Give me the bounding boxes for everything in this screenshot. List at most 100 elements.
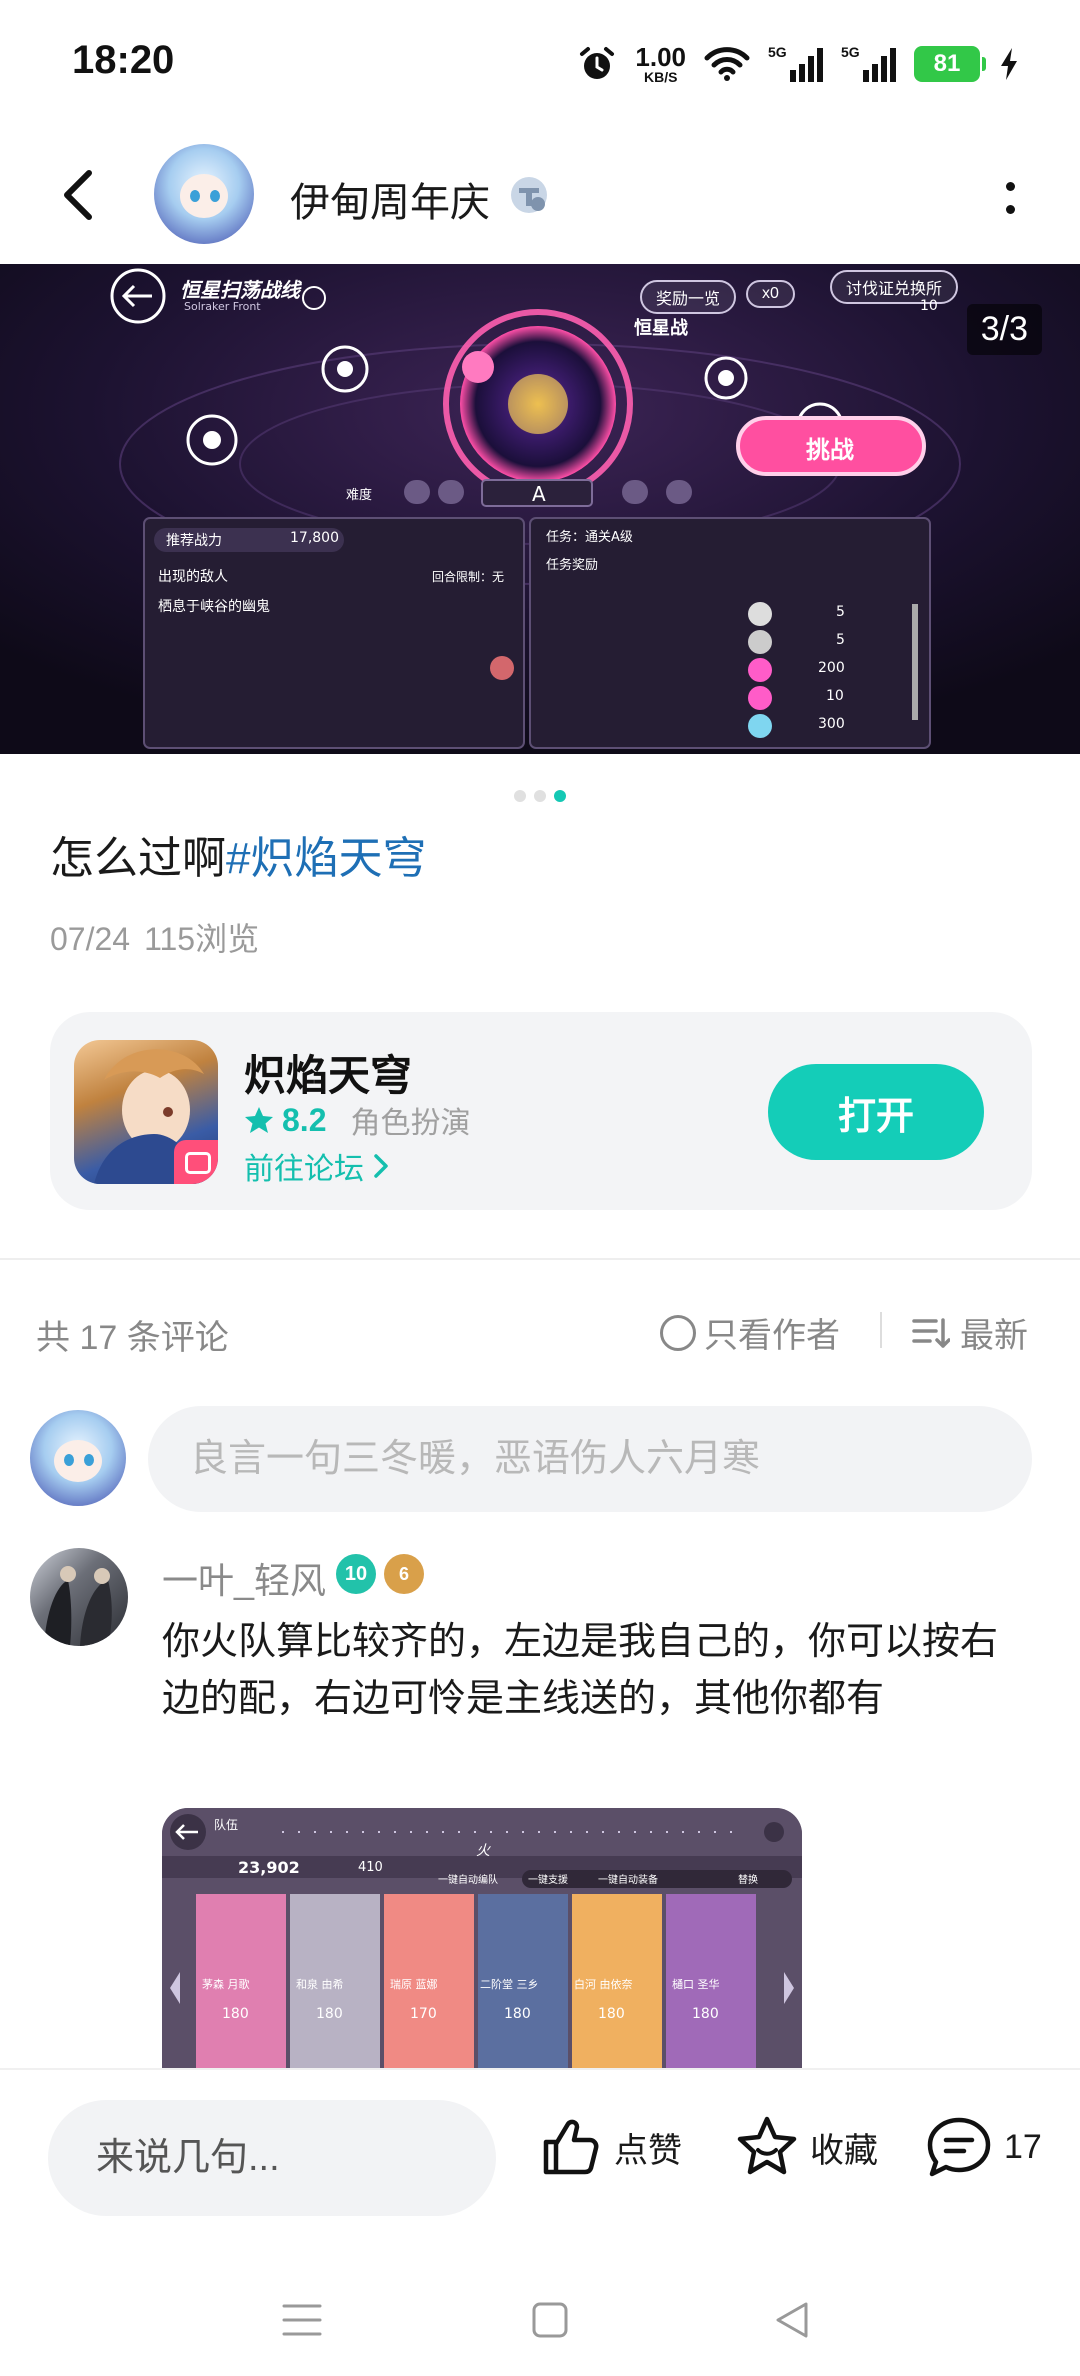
alarm-icon [580, 47, 615, 79]
character-level: 180 [504, 2006, 531, 2022]
reward-amount: 200 [818, 660, 845, 676]
character-level: 180 [598, 2006, 625, 2022]
exchange-button: 讨伐证兑换所 [830, 270, 959, 304]
status-time: 18:20 [72, 38, 175, 82]
sort-label: 最新 [960, 1317, 1028, 1355]
post-body: 怎么过啊#炽焰天穹 [50, 822, 426, 886]
post-date: 07/24 [50, 921, 131, 957]
challenge-button: 挑战 [806, 436, 854, 464]
thumbs-up-icon [543, 2119, 599, 2175]
bottom-action-bar: 点赞 收藏 17 [0, 2068, 1080, 2254]
favorite-label: 收藏 [810, 2131, 878, 2170]
comment-count: 共 17 条评论 [36, 1319, 229, 1357]
reward-amount: 5 [836, 632, 845, 648]
image-button: 一键自动装备 [598, 1875, 658, 1886]
author-avatar[interactable] [154, 144, 254, 244]
carousel-dot [534, 790, 546, 802]
nav-home-button[interactable] [520, 2290, 580, 2350]
character-name: 二阶堂 三乡 [480, 1978, 539, 1991]
reward-amount: 300 [818, 716, 845, 732]
comment-bubble-icon [927, 2117, 991, 2177]
wifi-icon [704, 47, 750, 81]
star-icon [245, 1107, 273, 1133]
total-power: 23,902 [238, 1858, 300, 1877]
net-speed: 1.00 KB/S [635, 42, 686, 85]
nav-menu-button[interactable] [272, 2290, 332, 2350]
character-level: 180 [222, 2006, 249, 2022]
character-name: 樋口 圣华 [672, 1978, 720, 1991]
item-count: x0 [746, 280, 795, 308]
charging-icon [1001, 48, 1017, 80]
author-name[interactable]: 伊甸周年庆 [290, 170, 490, 228]
boss-label: 恒星战 [634, 318, 688, 339]
post-views: 115浏览 [144, 921, 260, 957]
post-text: 怎么过啊 [50, 834, 226, 883]
post-image-carousel[interactable]: 恒星扫荡战线 Solraker Front 奖励一览 x0 讨伐证兑换所 10 … [0, 264, 1080, 754]
comment-text: 你火队算比较齐的，左边是我自己的，你可以按右边的配，右边可怜是主线送的，其他你都… [162, 1621, 999, 1720]
task-label: 任务：通关A级 [546, 530, 633, 545]
current-user-avatar[interactable] [30, 1410, 126, 1506]
more-options-button[interactable] [980, 168, 1040, 228]
turn-limit: 回合限制：无 [432, 570, 505, 584]
author-only-toggle[interactable]: 只看作者 [660, 1308, 840, 1357]
go-to-forum-link[interactable]: 前往论坛 [244, 1144, 390, 1188]
character-name: 白河 由依奈 [574, 1978, 633, 1991]
carousel-dot-active [554, 790, 566, 802]
character-name: 瑞原 蓝娜 [390, 1978, 438, 1991]
filter-separator [880, 1312, 882, 1348]
forum-link-label: 前往论坛 [244, 1153, 364, 1186]
sort-icon [912, 1317, 950, 1348]
status-icons: 1.00 KB/S 5G 5G 81 [577, 40, 1020, 88]
commenter-name[interactable]: 一叶_轻风 [162, 1552, 326, 1604]
like-button[interactable]: 点赞 [538, 2114, 682, 2180]
power-label: 推荐战力 [166, 533, 222, 549]
task-reward-label: 任务奖励 [546, 558, 599, 573]
signal-sim1-icon: 5G [768, 44, 823, 82]
power-value: 17,800 [290, 530, 339, 546]
comments-button[interactable]: 17 [924, 2114, 1042, 2180]
level-badge: 10 [336, 1554, 376, 1594]
difficulty-value: A [532, 482, 546, 506]
back-button[interactable] [44, 160, 114, 230]
game-screenshot [0, 264, 1080, 754]
team-label: 队伍 [214, 1818, 239, 1832]
open-game-button[interactable]: 打开 [768, 1064, 984, 1160]
exchange-count: 10 [920, 298, 938, 314]
status-bar: 18:20 1.00 KB/S 5G 5G 81 [0, 0, 1080, 120]
difficulty-label: 难度 [346, 488, 373, 503]
quick-comment-input[interactable] [48, 2100, 496, 2216]
carousel-dot [514, 790, 526, 802]
character-name: 茅森 月歌 [202, 1978, 250, 1991]
post-hashtag[interactable]: #炽焰天穹 [226, 834, 426, 883]
character-level: 180 [692, 2006, 719, 2022]
system-nav-bar [0, 2254, 1080, 2376]
radio-icon [660, 1314, 696, 1351]
game-app-icon[interactable] [74, 1040, 218, 1184]
game-name[interactable]: 炽焰天穹 [244, 1042, 412, 1103]
comment-image[interactable]: 队伍 23,902 410 火 一键自动编队 一键支援 一键自动装备 替换 茅森… [162, 1808, 802, 2068]
sort-newest-button[interactable]: 最新 [912, 1308, 1028, 1357]
battery-icon: 81 [914, 46, 986, 82]
image-button: 一键支援 [528, 1875, 568, 1886]
bilibili-badge-icon [174, 1140, 218, 1184]
game-genre: 角色扮演 [350, 1107, 471, 1140]
reward-amount: 5 [836, 604, 845, 620]
home-square-icon [532, 2302, 568, 2338]
commenter-avatar[interactable] [30, 1548, 128, 1646]
carousel-indicator [0, 790, 1080, 802]
menu-icon [282, 2304, 322, 2336]
character-level: 170 [410, 2006, 437, 2022]
section-divider [0, 1258, 1080, 1260]
enemy-label: 出现的敌人 [158, 569, 228, 585]
verified-badge-icon [511, 177, 547, 213]
comment-input[interactable] [148, 1406, 1032, 1512]
game-score: 8.2 [282, 1101, 327, 1138]
leader-level: 410 [358, 1860, 383, 1875]
game-card[interactable]: 炽焰天穹 8.2 角色扮演 前往论坛 打开 [50, 1012, 1032, 1210]
character-name: 和泉 由希 [296, 1978, 344, 1991]
chevron-right-icon [374, 1154, 388, 1178]
favorite-button[interactable]: 收藏 [734, 2114, 878, 2180]
chevron-left-icon [64, 170, 92, 220]
stage-subtitle: Solraker Front [184, 300, 261, 313]
nav-back-button[interactable] [762, 2290, 822, 2350]
